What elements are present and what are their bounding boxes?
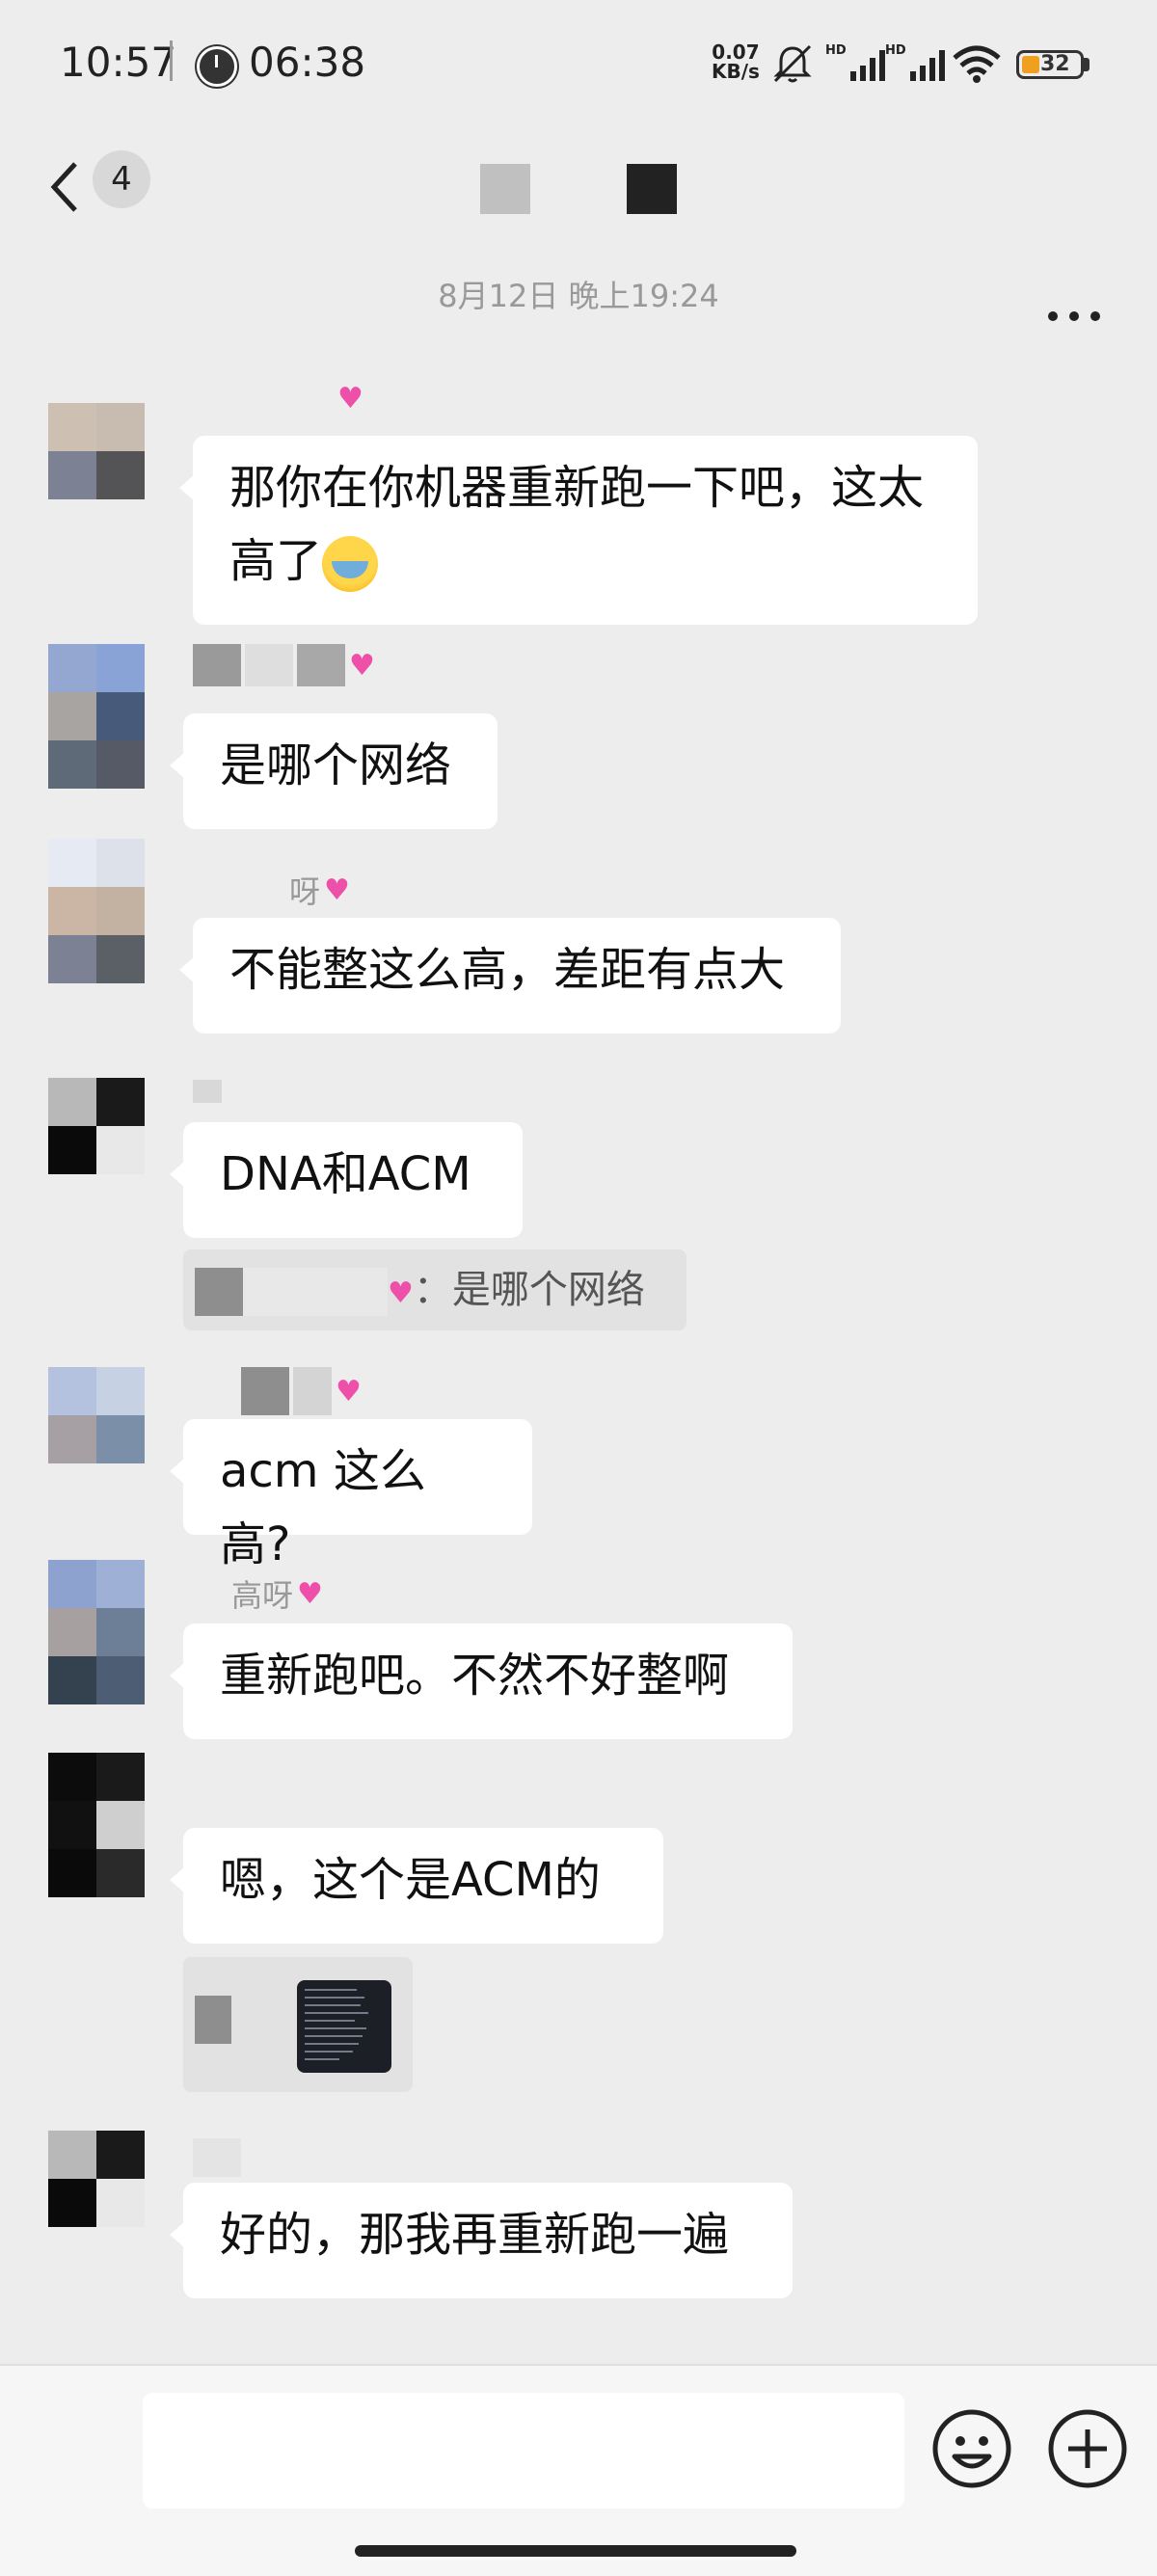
status-clock-time: 06:38 (249, 39, 366, 86)
message-text: 不能整这么高，差距有点大 (229, 943, 786, 997)
heart-icon: ♥ (336, 1374, 362, 1409)
back-arrow-icon[interactable] (46, 158, 85, 216)
heart-icon: ♥ (388, 1276, 414, 1310)
message-text: 嗯，这个是ACM的 (220, 1853, 601, 1907)
message-text: 好的，那我再重新跑一遍 (220, 2208, 730, 2262)
crying-laughing-emoji-icon (322, 536, 379, 592)
status-divider (170, 40, 173, 81)
network-speed-unit: KB/s (712, 60, 760, 83)
avatar[interactable] (48, 1367, 145, 1512)
emoji-icon[interactable] (931, 2408, 1012, 2489)
battery-icon: 32 (1016, 50, 1084, 79)
message-input[interactable] (143, 2393, 904, 2509)
quoted-text: ：是哪个网络 (413, 1268, 645, 1312)
plus-icon[interactable] (1047, 2408, 1128, 2489)
sender-nickname: ♥ (241, 1367, 362, 1415)
signal-1-label: HD (825, 43, 847, 58)
signal-2-label: HD (885, 43, 906, 58)
avatar[interactable] (48, 2131, 145, 2227)
message-bubble[interactable]: DNA和ACM (170, 1122, 523, 1238)
avatar[interactable] (48, 839, 145, 983)
chat-title-redacted-block (480, 164, 530, 214)
unread-count-badge[interactable]: 4 (93, 150, 150, 208)
signal-2-icon: HD (885, 43, 945, 81)
home-indicator[interactable] (355, 2545, 796, 2557)
chat-header (0, 135, 1157, 321)
avatar[interactable] (48, 1078, 145, 1174)
message-bubble[interactable]: 是哪个网络 (170, 713, 498, 829)
terminal-screenshot-thumbnail-icon (297, 1980, 391, 2073)
clock-app-icon (197, 46, 237, 87)
message-bubble[interactable]: acm 这么高? (170, 1419, 532, 1571)
message-text: 重新跑吧。不然不好整啊 (220, 1649, 730, 1703)
heart-icon: ♥ (349, 648, 375, 683)
message-text: DNA和ACM (220, 1147, 471, 1201)
battery-level: 32 (1040, 52, 1070, 76)
chat-title-redacted-block (627, 164, 677, 214)
heart-icon: ♥ (324, 872, 350, 907)
sender-nickname (193, 2138, 241, 2177)
network-speed-value: 0.07 (712, 40, 760, 64)
avatar[interactable] (48, 403, 145, 499)
sender-nickname: ♥ (337, 382, 363, 416)
message-bubble[interactable]: 嗯，这个是ACM的 (170, 1828, 663, 1944)
message-input-bar (0, 2364, 1157, 2576)
quoted-message[interactable]: ♥：是哪个网络 (183, 1249, 686, 1330)
heart-icon: ♥ (297, 1576, 323, 1611)
message-bubble[interactable]: 重新跑吧。不然不好整啊 (170, 1623, 793, 1739)
sender-nickname: ♥ (193, 644, 375, 686)
bell-muted-icon (773, 44, 812, 83)
message-bubble[interactable]: 那你在你机器重新跑一下吧，这太高了 (179, 436, 978, 625)
avatar[interactable] (48, 1560, 145, 1704)
sender-nickname: 呀 ♥ (289, 868, 350, 912)
quoted-image-message[interactable] (183, 1957, 413, 2092)
sender-nickname-text: 呀 (289, 873, 321, 910)
message-text: 是哪个网络 (220, 738, 452, 792)
network-speed: 0.07 KB/s (712, 42, 760, 81)
status-bar: 10:57 06:38 0.07 KB/s HD HD 32 (0, 0, 1157, 135)
sender-nickname (193, 1080, 222, 1103)
sender-nickname: 高呀 ♥ (231, 1571, 323, 1616)
status-time: 10:57 (60, 39, 177, 86)
heart-icon: ♥ (337, 382, 363, 416)
message-bubble[interactable]: 好的，那我再重新跑一遍 (170, 2183, 793, 2298)
sender-nickname-text: 高呀 (231, 1577, 294, 1614)
message-bubble[interactable]: 不能整这么高，差距有点大 (179, 918, 841, 1033)
avatar[interactable] (48, 1753, 145, 1897)
message-text: acm 这么高? (220, 1444, 426, 1571)
avatar[interactable] (48, 644, 145, 789)
chat-timestamp: 8月12日 晚上19:24 (438, 278, 719, 314)
wifi-icon (953, 45, 1001, 83)
